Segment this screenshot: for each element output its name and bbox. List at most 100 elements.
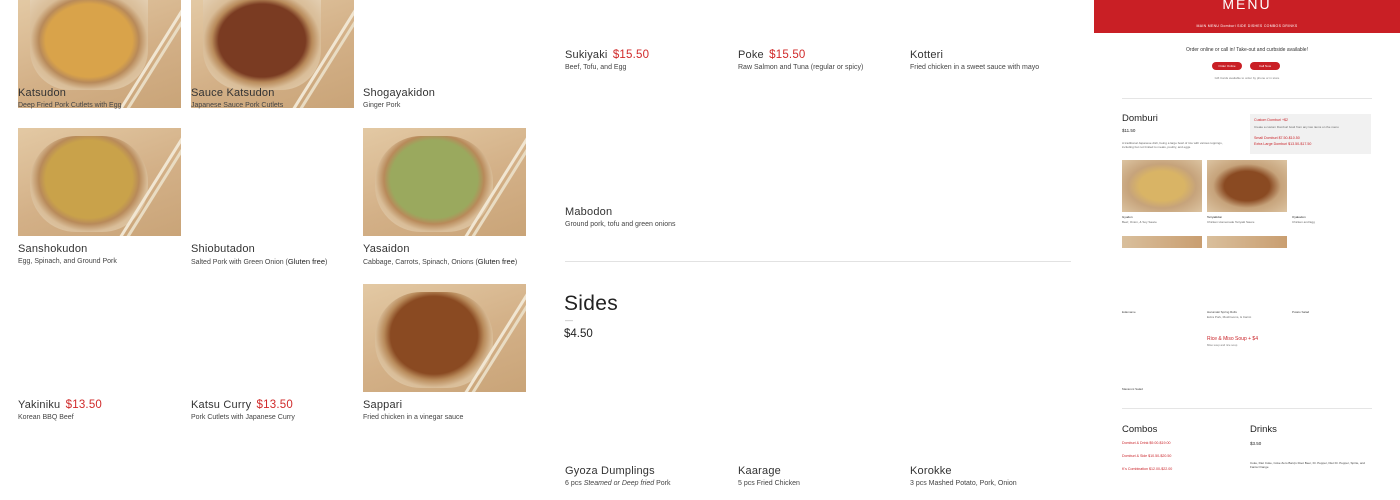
preview-teriyaki-desc: Chicken Homemade Teriyaki Sauce <box>1207 220 1255 224</box>
menu-item-sappari: Sappari Fried chicken in a vinegar sauce <box>363 398 526 423</box>
item-price: $15.50 <box>612 49 650 61</box>
item-desc: Fried chicken in a sweet sauce with mayo <box>910 64 1040 71</box>
preview-drinks-list: Coke, Diet Coke, Coke Zero Barq's Root B… <box>1250 461 1365 469</box>
item-name: Yasaidon <box>363 243 410 255</box>
preview-photo-strip <box>1207 236 1287 248</box>
item-name: Sappari <box>363 399 403 411</box>
item-desc: Pork Cutlets with Japanese Curry <box>191 414 295 421</box>
item-name: Katsu Curry <box>191 399 252 411</box>
preview-combo-2: Domburi & Side $10.50-$20.50 <box>1122 454 1172 458</box>
preview-divider <box>1122 408 1372 409</box>
menu-item-shiobutadon: Shiobutadon Salted Pork with Green Onion… <box>191 242 361 268</box>
preview-oyako-desc: Chicken and Egg <box>1292 220 1315 224</box>
item-desc: Egg, Spinach, and Ground Pork <box>18 258 117 265</box>
item-price: $13.50 <box>65 399 103 411</box>
yasaidon-photo <box>363 128 526 236</box>
menu-item-yakiniku: Yakiniku $13.50 Korean BBQ Beef <box>18 398 181 423</box>
sides-dash: — <box>565 316 573 325</box>
preview-combo-1: Domburi & Drink $9.00-$19.00 <box>1122 441 1171 445</box>
item-desc: Korean BBQ Beef <box>18 414 74 421</box>
item-desc: Beef, Tofu, and Egg <box>565 64 627 71</box>
preview-drinks-price: $3.50 <box>1250 441 1262 446</box>
preview-macaroni: Macaroni Salad <box>1122 387 1143 391</box>
item-desc: Ground pork, tofu and green onions <box>565 221 676 228</box>
preview-order-text: Order online or call in! Take-out and cu… <box>1186 47 1308 53</box>
menu-item-katsudon: Katsudon Deep Fried Pork Cutlets with Eg… <box>18 86 181 111</box>
side-item-gyoza: Gyoza Dumplings 6 pcs Steamed or Deep fr… <box>565 464 735 489</box>
preview-custom-desc: Create a custom Domburi bowl from any tw… <box>1254 125 1339 129</box>
menu-item-sukiyaki: Sukiyaki $15.50 Beef, Tofu, and Egg <box>565 48 728 73</box>
item-price: $15.50 <box>769 49 806 61</box>
item-desc: Salted Pork with Green Onion (Gluten fre… <box>191 257 328 266</box>
menu-item-shogayakidon: Shogayakidon Ginger Pork <box>363 86 526 111</box>
preview-edamame: Edamame <box>1122 310 1136 314</box>
menu-item-kotteri: Kotteri Fried chicken in a sweet sauce w… <box>910 48 1080 73</box>
preview-potato-salad: Potato Salad <box>1292 310 1310 314</box>
item-name: Sukiyaki <box>565 49 608 61</box>
menu-item-yasaidon: Yasaidon Cabbage, Carrots, Spinach, Onio… <box>363 242 543 268</box>
item-desc: Cabbage, Carrots, Spinach, Onions (Glute… <box>363 257 518 266</box>
preview-harumaki-desc: Extra Pork, Mushrooms, & Carrot <box>1207 315 1252 319</box>
item-price: $13.50 <box>256 399 293 411</box>
item-desc: Fried chicken in a vinegar sauce <box>363 414 464 421</box>
preview-gyudon-desc: Beef, Onion, & Soy Sauce <box>1122 220 1157 224</box>
item-name: Shiobutadon <box>191 243 255 255</box>
order-online-button[interactable]: Order Online <box>1212 62 1242 70</box>
preview-photo-strip <box>1122 236 1202 248</box>
preview-header: MENU MAIN MENU Domburi SIDE DISHES COMBO… <box>1094 0 1400 33</box>
side-item-kaarage: Kaarage 5 pcs Fried Chicken <box>738 464 901 489</box>
item-name: Yakiniku <box>18 399 61 411</box>
item-name: Katsudon <box>18 87 67 99</box>
menu-item-sauce-katsudon: Sauce Katsudon Japanese Sauce Pork Cutle… <box>191 86 354 111</box>
sides-heading: Sides <box>564 292 619 315</box>
item-name: Sanshokudon <box>18 243 88 255</box>
preview-divider <box>1122 98 1372 99</box>
menu-item-mabodon: Mabodon Ground pork, tofu and green onio… <box>565 205 728 230</box>
menu-preview-panel[interactable]: MENU MAIN MENU Domburi SIDE DISHES COMBO… <box>1094 0 1400 500</box>
preview-custom-title: Custom Domburi +$2 <box>1254 118 1289 122</box>
preview-gyudon-photo <box>1122 160 1202 212</box>
preview-teriyaki-photo <box>1207 160 1287 212</box>
preview-rice-miso: Rice & Miso Soup + $4 <box>1207 336 1258 342</box>
item-desc: Raw Salmon and Tuna (regular or spicy) <box>738 64 864 71</box>
preview-gyudon: Gyudon <box>1122 215 1133 219</box>
item-name: Poke <box>738 49 764 61</box>
call-now-button[interactable]: Call Now <box>1250 62 1280 70</box>
menu-item-katsu-curry: Katsu Curry $13.50 Pork Cutlets with Jap… <box>191 398 354 423</box>
preview-drinks-title: Drinks <box>1250 424 1277 435</box>
item-name: Mabodon <box>565 206 613 218</box>
item-desc: 3 pcs Mashed Potato, Pork, Onion <box>910 480 1017 487</box>
item-desc: Deep Fried Pork Cutlets with Egg <box>18 102 122 109</box>
preview-oyako: Oyakodon <box>1292 215 1306 219</box>
item-name: Gyoza Dumplings <box>565 465 655 477</box>
preview-rice-desc: Miso soup and rice soup <box>1207 343 1238 347</box>
item-name: Shogayakidon <box>363 87 436 99</box>
preview-teriyaki: Teriyakidon <box>1207 215 1223 219</box>
preview-gift-text: Gift Cards available to order by phone o… <box>1214 76 1280 80</box>
item-desc: 5 pcs Fried Chicken <box>738 480 800 487</box>
item-name: Sauce Katsudon <box>191 87 275 99</box>
preview-nav[interactable]: MAIN MENU Domburi SIDE DISHES COMBOS DRI… <box>1094 24 1400 28</box>
sappari-photo <box>363 284 526 392</box>
item-name: Kaarage <box>738 465 781 477</box>
sanshokudon-photo <box>18 128 181 236</box>
item-desc: Japanese Sauce Pork Cutlets <box>191 102 284 109</box>
item-name: Korokke <box>910 465 952 477</box>
side-item-korokke: Korokke 3 pcs Mashed Potato, Pork, Onion <box>910 464 1080 489</box>
preview-domburi-title: Domburi <box>1122 113 1158 124</box>
menu-item-poke: Poke $15.50 Raw Salmon and Tuna (regular… <box>738 48 908 73</box>
item-desc: Ginger Pork <box>363 102 401 109</box>
item-name: Kotteri <box>910 49 944 61</box>
preview-domburi-price: $11.50 <box>1122 128 1136 133</box>
preview-xlarge-domburi: Extra Large Domburi $13.50-$17.50 <box>1254 142 1312 146</box>
preview-harumaki: Harumaki Spring Rolls <box>1207 310 1237 314</box>
sides-price: $4.50 <box>564 328 593 340</box>
item-desc: 6 pcs Steamed or Deep fried Pork <box>565 480 671 487</box>
preview-domburi-desc: A traditional Japanese dish, being a lar… <box>1122 141 1223 149</box>
menu-item-sanshokudon: Sanshokudon Egg, Spinach, and Ground Por… <box>18 242 181 267</box>
preview-combo-3: K's Combination $12.00-$22.00 <box>1122 467 1173 471</box>
preview-title: MENU <box>1222 0 1272 12</box>
preview-combos-title: Combos <box>1122 424 1158 435</box>
preview-small-domburi: Small Domburi $7.50-$10.50 <box>1254 136 1300 140</box>
section-divider <box>565 261 1071 262</box>
